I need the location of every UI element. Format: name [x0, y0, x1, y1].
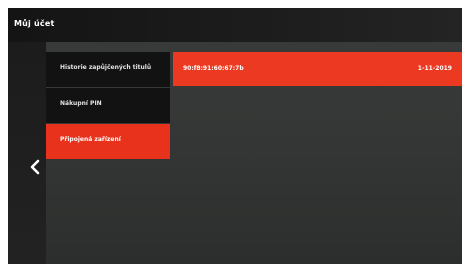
menu-item-label: Nákupní PIN	[60, 100, 102, 107]
menu-item-label: Historie zapůjčených titulů	[60, 64, 152, 71]
device-connected-date: 1-11-2019	[417, 65, 452, 72]
menu-item-label: Připojená zařízení	[60, 136, 121, 143]
account-menu: Historie zapůjčených titulů Nákupní PIN …	[46, 52, 170, 160]
left-rail	[8, 42, 46, 264]
tv-app-window: Můj účet Historie zapůjčených titulů Nák…	[8, 8, 462, 264]
menu-item-connected-devices[interactable]: Připojená zařízení	[46, 124, 170, 159]
menu-item-purchase-pin[interactable]: Nákupní PIN	[46, 88, 170, 123]
device-mac-address: 90:f8:91:60:67:7b	[183, 65, 244, 72]
chevron-left-icon[interactable]	[28, 158, 42, 176]
menu-item-rental-history[interactable]: Historie zapůjčených titulů	[46, 52, 170, 87]
chevron-left-icon-graphic	[30, 159, 40, 175]
page-title: Můj účet	[14, 19, 55, 28]
top-bar: Můj účet	[8, 8, 462, 42]
device-row[interactable]: 90:f8:91:60:67:7b 1-11-2019	[173, 52, 462, 86]
screen: Můj účet Historie zapůjčených titulů Nák…	[0, 0, 462, 264]
